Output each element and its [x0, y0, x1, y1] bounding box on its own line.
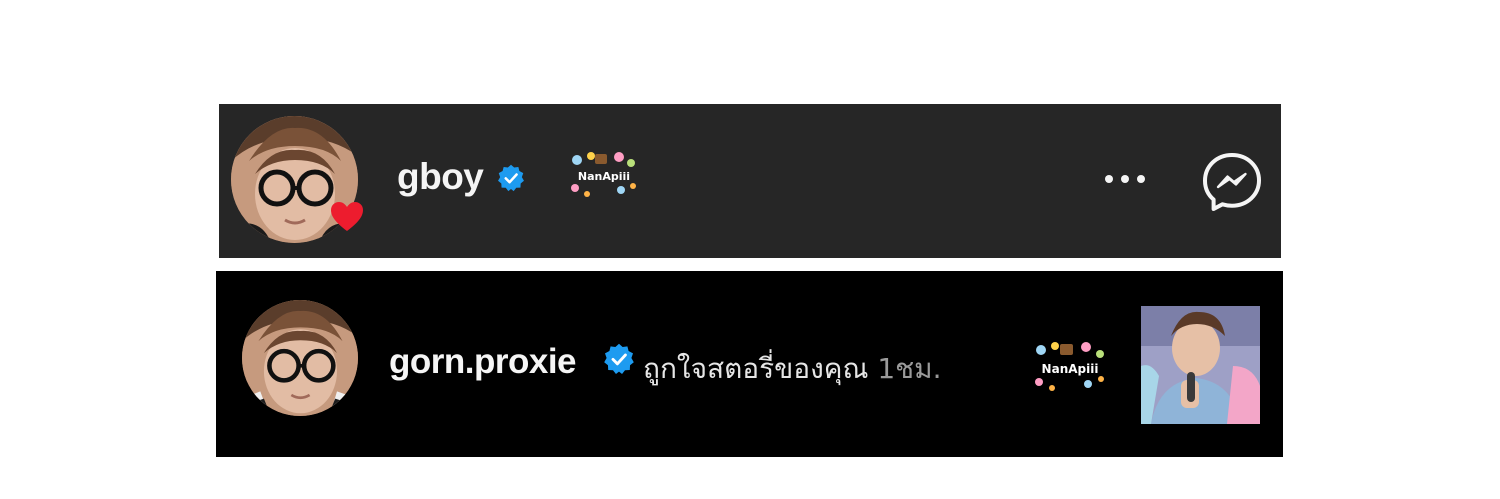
sticker-icon: NanApiii	[1035, 342, 1104, 391]
profile-header-strip: gboy NanApiii	[219, 104, 1281, 258]
sticker-icon: NanApiii	[571, 152, 636, 197]
username[interactable]: gboy	[397, 156, 484, 198]
activity-text: ถูกใจสตอรี่ของคุณ 1ชม.	[643, 347, 942, 391]
verified-badge-icon	[604, 343, 634, 375]
story-thumbnail[interactable]	[1141, 306, 1260, 424]
sticker-text: NanApiii	[1042, 362, 1099, 376]
messenger-icon[interactable]	[1200, 150, 1264, 214]
avatar-photo	[242, 300, 358, 416]
activity-notification-row[interactable]: gorn.proxie ถูกใจสตอรี่ของคุณ 1ชม. NanAp…	[216, 271, 1283, 457]
sticker-text: NanApiii	[578, 170, 630, 183]
avatar[interactable]	[242, 300, 358, 416]
more-horizontal-icon[interactable]	[1103, 170, 1147, 188]
heart-icon	[331, 202, 363, 231]
timestamp: 1ชม.	[877, 352, 942, 385]
story-photo	[1141, 306, 1260, 424]
username[interactable]: gorn.proxie	[389, 342, 577, 382]
activity-message: ถูกใจสตอรี่ของคุณ	[643, 352, 869, 385]
verified-badge-icon	[498, 164, 524, 192]
